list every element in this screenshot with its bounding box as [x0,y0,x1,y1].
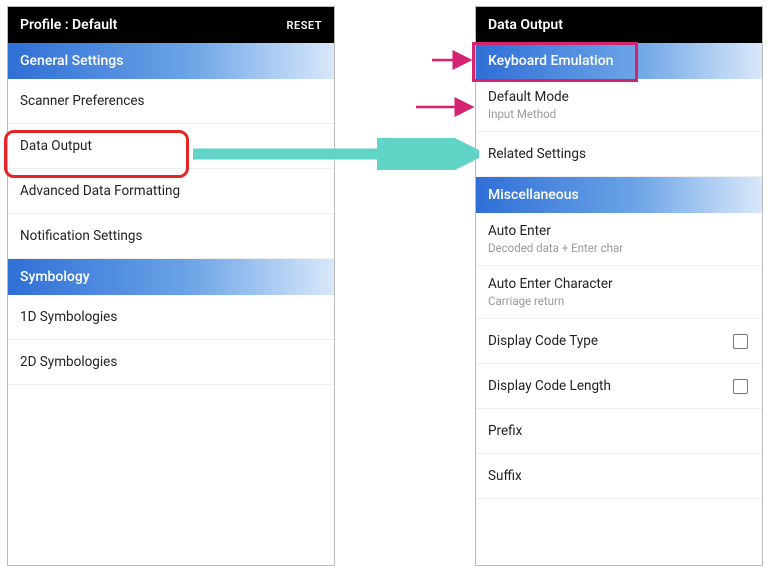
row-display-code-type[interactable]: Display Code Type [476,319,762,364]
row-label: Advanced Data Formatting [20,183,180,199]
row-label: Suffix [488,468,522,484]
row-sublabel: Carriage return [488,294,564,308]
row-label: Default Mode [488,89,569,105]
right-titlebar: Data Output [476,7,762,43]
row-advanced-data-formatting[interactable]: Advanced Data Formatting [8,169,334,214]
row-label: Display Code Length [488,378,611,394]
section-miscellaneous: Miscellaneous [476,177,762,213]
section-keyboard-emulation: Keyboard Emulation [476,43,762,79]
row-label: Scanner Preferences [20,93,145,109]
row-label: Data Output [20,138,92,154]
row-label: Auto Enter Character [488,276,613,292]
row-notification-settings[interactable]: Notification Settings [8,214,334,259]
right-screen: Data Output Keyboard Emulation Default M… [475,6,763,566]
row-suffix[interactable]: Suffix [476,454,762,499]
section-symbology: Symbology [8,259,334,295]
data-output-title: Data Output [488,17,563,33]
row-auto-enter-character[interactable]: Auto Enter Character Carriage return [476,266,762,319]
row-label: Related Settings [488,146,586,162]
left-screen: Profile : Default RESET General Settings… [7,6,335,566]
arrow-to-keyboard-emulation [430,50,478,70]
row-data-output[interactable]: Data Output [8,124,334,169]
reset-button[interactable]: RESET [287,19,322,32]
row-label: Prefix [488,423,522,439]
row-sublabel: Decoded data + Enter char [488,241,623,255]
row-label: Notification Settings [20,228,142,244]
row-label: 1D Symbologies [20,309,117,325]
row-label: 2D Symbologies [20,354,117,370]
section-general-settings: General Settings [8,43,334,79]
row-related-settings[interactable]: Related Settings [476,132,762,177]
row-label: Auto Enter [488,223,551,239]
left-titlebar: Profile : Default RESET [8,7,334,43]
profile-title: Profile : Default [20,17,117,33]
row-label: Display Code Type [488,333,598,349]
row-default-mode[interactable]: Default Mode Input Method [476,79,762,132]
row-1d-symbologies[interactable]: 1D Symbologies [8,295,334,340]
row-auto-enter[interactable]: Auto Enter Decoded data + Enter char [476,213,762,266]
row-display-code-length[interactable]: Display Code Length [476,364,762,409]
arrow-to-default-mode [414,97,480,117]
checkbox-display-code-length[interactable] [733,379,748,394]
row-2d-symbologies[interactable]: 2D Symbologies [8,340,334,385]
row-sublabel: Input Method [488,107,556,121]
checkbox-display-code-type[interactable] [733,334,748,349]
row-scanner-preferences[interactable]: Scanner Preferences [8,79,334,124]
row-prefix[interactable]: Prefix [476,409,762,454]
